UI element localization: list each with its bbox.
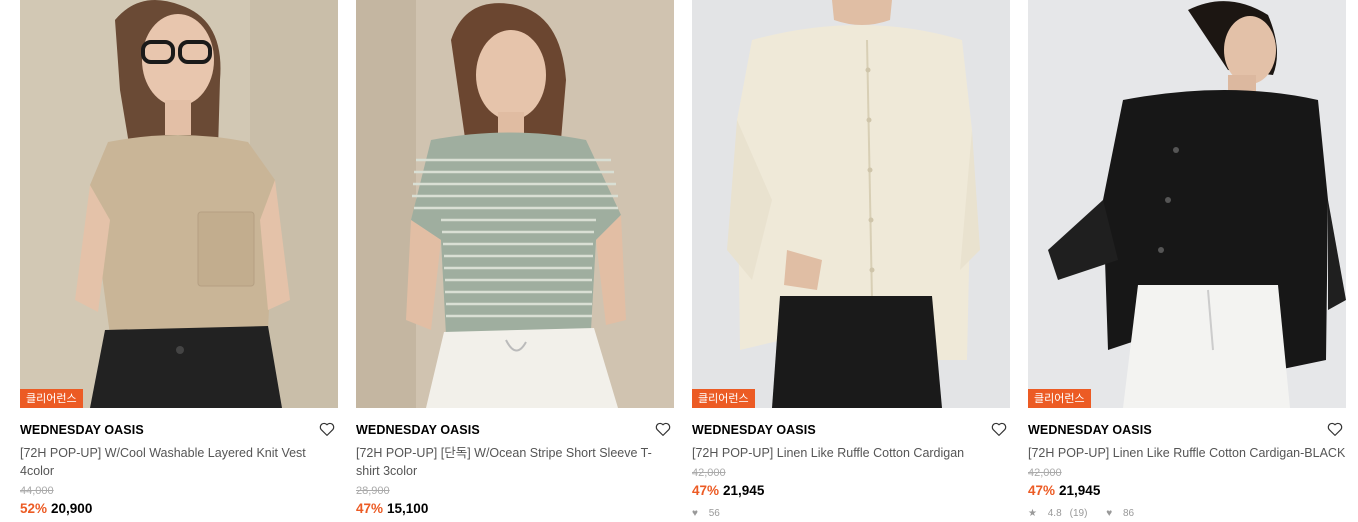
- product-image[interactable]: 클리어런스: [1028, 0, 1346, 408]
- product-title[interactable]: [72H POP-UP] [단독] W/Ocean Stripe Short S…: [356, 444, 674, 480]
- likes-count: 86: [1122, 508, 1135, 519]
- original-price: 28,900: [356, 485, 390, 497]
- heart-outline-icon[interactable]: [654, 420, 672, 438]
- original-price: 42,000: [1028, 467, 1062, 479]
- heart-filled-icon: ♥: [1106, 508, 1113, 519]
- product-card[interactable]: WEDNESDAY OASIS [72H POP-UP] [단독] W/Ocea…: [356, 0, 674, 518]
- discount-rate: 47%: [1028, 483, 1056, 498]
- discount-rate: 47%: [692, 483, 720, 498]
- product-title[interactable]: [72H POP-UP] Linen Like Ruffle Cotton Ca…: [1028, 444, 1346, 462]
- original-price: 42,000: [692, 467, 726, 479]
- clearance-badge: 클리어런스: [692, 389, 755, 408]
- product-photo-man-black-cardigan: [1028, 0, 1346, 408]
- product-photo-woman-vest: [20, 0, 338, 408]
- heart-outline-icon[interactable]: [318, 420, 336, 438]
- product-photo-woman-stripe-tshirt: [356, 0, 674, 408]
- sale-price: 21,945: [1059, 483, 1101, 498]
- likes: ♥ 56: [692, 508, 728, 519]
- product-card[interactable]: 클리어런스 WEDNESDAY OASIS [72H POP-UP] Linen…: [692, 0, 1010, 520]
- brand-name[interactable]: WEDNESDAY OASIS: [356, 422, 674, 438]
- clearance-badge: 클리어런스: [1028, 389, 1091, 408]
- brand-name[interactable]: WEDNESDAY OASIS: [1028, 422, 1346, 438]
- product-meta: ★ 4.8 (19) ♥ 86: [1028, 508, 1346, 520]
- heart-outline-icon[interactable]: [990, 420, 1008, 438]
- likes: ♥ 86: [1106, 508, 1142, 519]
- original-price: 44,000: [20, 485, 54, 497]
- discount-rate: 52%: [20, 501, 48, 516]
- brand-row: WEDNESDAY OASIS: [1028, 422, 1346, 444]
- price-row: 47% 15,100: [356, 500, 674, 518]
- product-image[interactable]: 클리어런스: [20, 0, 338, 408]
- product-image[interactable]: [356, 0, 674, 408]
- product-card[interactable]: 클리어런스 WEDNESDAY OASIS [72H POP-UP] Linen…: [1028, 0, 1346, 520]
- rating-value: 4.8: [1047, 508, 1062, 519]
- brand-row: WEDNESDAY OASIS: [692, 422, 1010, 444]
- brand-name[interactable]: WEDNESDAY OASIS: [20, 422, 338, 438]
- product-title[interactable]: [72H POP-UP] Linen Like Ruffle Cotton Ca…: [692, 444, 1010, 462]
- star-icon: ★: [1028, 508, 1037, 519]
- brand-name[interactable]: WEDNESDAY OASIS: [692, 422, 1010, 438]
- sale-price: 15,100: [387, 501, 429, 516]
- heart-outline-icon[interactable]: [1326, 420, 1344, 438]
- product-title[interactable]: [72H POP-UP] W/Cool Washable Layered Kni…: [20, 444, 338, 480]
- sale-price: 20,900: [51, 501, 93, 516]
- price-row: 47% 21,945: [1028, 482, 1346, 500]
- rating: ★ 4.8 (19): [1028, 508, 1095, 519]
- review-count: (19): [1069, 508, 1088, 519]
- price-row: 47% 21,945: [692, 482, 1010, 500]
- heart-filled-icon: ♥: [692, 508, 698, 519]
- brand-row: WEDNESDAY OASIS: [356, 422, 674, 444]
- price-row: 52% 20,900: [20, 500, 338, 518]
- product-meta: ♥ 56: [692, 508, 1010, 520]
- product-photo-man-cream-cardigan: [692, 0, 1010, 408]
- clearance-badge: 클리어런스: [20, 389, 83, 408]
- product-image[interactable]: 클리어런스: [692, 0, 1010, 408]
- discount-rate: 47%: [356, 501, 384, 516]
- brand-row: WEDNESDAY OASIS: [20, 422, 338, 444]
- sale-price: 21,945: [723, 483, 765, 498]
- likes-count: 56: [708, 508, 720, 519]
- product-card[interactable]: 클리어런스 WEDNESDAY OASIS [72H POP-UP] W/Coo…: [20, 0, 338, 518]
